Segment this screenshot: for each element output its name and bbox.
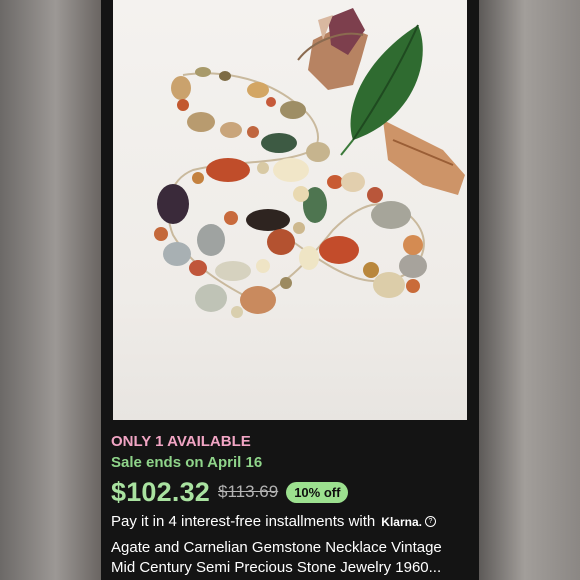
dried-leaves-decoration [297, 8, 465, 195]
installments-text: Pay it in 4 interest-free installments w… [111, 513, 376, 530]
price-row: $102.32 $113.69 10% off [111, 476, 473, 508]
blurred-background-right [479, 0, 580, 580]
product-title[interactable]: Agate and Carnelian Gemstone Necklace Vi… [111, 538, 473, 578]
installments-row[interactable]: Pay it in 4 interest-free installments w… [111, 513, 473, 530]
klarna-logo: Klarna. [381, 514, 422, 529]
listing-card[interactable]: ONLY 1 AVAILABLE Sale ends on April 16 $… [101, 0, 479, 580]
product-title-line: Mid Century Semi Precious Stone Jewelry … [111, 559, 442, 576]
blurred-background-left [0, 0, 101, 580]
info-icon[interactable]: ? [424, 516, 436, 527]
sale-ends-label: Sale ends on April 16 [111, 454, 263, 471]
availability-label: ONLY 1 AVAILABLE [111, 433, 251, 450]
product-title-line: Agate and Carnelian Gemstone Necklace Vi… [111, 539, 442, 556]
original-price: $113.69 [218, 482, 279, 501]
necklace-image [154, 8, 465, 318]
discount-badge: 10% off [286, 481, 349, 503]
product-photo[interactable] [113, 0, 467, 420]
current-price: $102.32 [111, 476, 210, 507]
listing-info: ONLY 1 AVAILABLE Sale ends on April 16 $… [111, 432, 473, 578]
